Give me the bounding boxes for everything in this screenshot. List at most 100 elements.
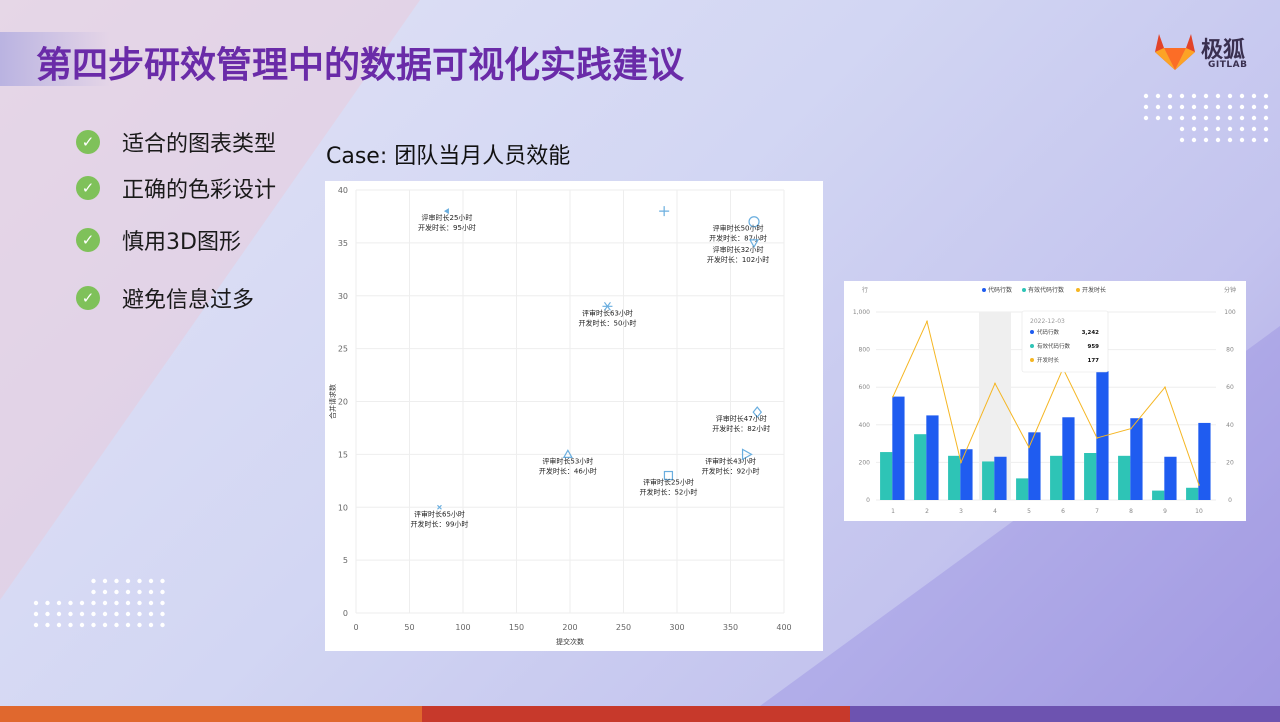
dot [1239,93,1245,99]
dot [1179,115,1185,121]
dot [114,611,119,617]
check-icon: ✓ [76,286,100,310]
tooltip-value: 959 [1088,344,1100,350]
checklist-label: 避免信息过多 [122,288,255,313]
bar-code-lines [926,415,939,500]
point-label-dev: 开发时长：99小时 [410,519,468,528]
dot [1239,115,1245,121]
left-tick-label: 1,000 [853,309,870,316]
dot [1203,104,1209,110]
tooltip-label: 有效代码行数 [1037,342,1071,350]
dot [79,622,85,628]
bottom-bar-purple [850,706,1280,722]
dot [1155,93,1161,99]
dev-time-point [1198,484,1200,486]
dot [68,611,73,617]
y-axis-label: 合并请求数 [328,384,337,419]
dot [1263,137,1269,143]
dot-pattern-bottom [33,578,165,628]
y-tick-label: 20 [338,398,348,407]
tooltip-value: 3,242 [1082,330,1100,336]
dot [1143,93,1149,99]
y-tick-label: 5 [343,556,348,565]
dot [33,611,39,617]
point-label-review: 评审时长53小时 [542,456,593,465]
dot [137,589,142,595]
right-tick-label: 80 [1226,347,1234,354]
tooltip: 2022-12-03 代码行数 3,242 有效代码行数 959 开发时长 177 [1021,310,1109,373]
bar-code-lines [1164,456,1177,500]
dot [160,589,165,595]
point-label-dev: 开发时长：52小时 [639,488,697,497]
dot [148,578,154,584]
x-tick-label: 400 [776,623,791,632]
dot [148,600,154,606]
checklist-label: 适合的图表类型 [122,132,277,157]
slide-title: 第四步研效管理中的数据可视化实践建议 [36,45,685,86]
x-tick-label: 350 [723,623,738,632]
dot [1227,115,1233,121]
dot [125,578,131,584]
dot [102,589,108,595]
dot [102,622,108,628]
scatter-point [659,206,670,217]
dot [1179,93,1185,99]
legend-marker [1022,288,1026,292]
bar-line-chart: 行 分钟 0 200 400 600 800 1,000 0 20 40 60 80 100 1 2 3 4 5 6 7… [853,286,1236,515]
bottom-bar-orange [0,706,422,722]
marker [659,206,670,217]
dot [1191,93,1197,99]
dot [79,611,85,617]
y-tick-label: 0 [343,609,348,618]
dot [1179,137,1185,143]
dot [1203,137,1209,143]
dot [1179,126,1185,132]
dot [1263,104,1269,110]
dot [160,611,165,617]
dot [1203,126,1209,132]
left-tick-label: 400 [859,422,871,429]
case-title: Case: 团队当月人员效能 [326,144,571,169]
point-label-review: 评审时长50小时 [713,224,764,233]
point-label-dev: 开发时长：50小时 [578,318,636,327]
x-tick-label: 100 [455,623,470,632]
dot [125,600,131,606]
point-label-review: 评审时长25小时 [643,478,694,487]
point-label-review: 评审时长63小时 [582,308,633,317]
y-tick-label: 30 [338,292,348,301]
dot [91,600,96,606]
bar-valid-lines [982,461,995,500]
check-icon: ✓ [76,130,100,154]
dot [1143,104,1149,110]
dot [114,589,119,595]
dot [1239,104,1245,110]
dev-time-point [1096,437,1098,439]
dot [1263,115,1269,121]
dot [137,611,142,617]
dot [91,589,96,595]
gitlab-logo: 极狐 GITLAB [1153,30,1253,74]
right-tick-label: 0 [1228,497,1232,504]
x-tick-label: 300 [669,623,684,632]
tooltip-label: 开发时长 [1037,356,1060,364]
dot [125,589,131,595]
dot [160,578,165,584]
dot [137,578,142,584]
y-tick-label: 35 [338,239,348,248]
point-label-review: 评审时长47小时 [716,414,767,423]
bar-valid-lines [1016,478,1029,500]
dot [45,600,50,606]
dev-time-point [926,320,928,323]
dot [56,600,62,606]
dot [1227,137,1233,143]
legend-label: 代码行数 [988,286,1012,294]
dot [33,622,39,628]
dot [1215,93,1221,99]
point-label-dev: 开发时长：46小时 [539,466,597,475]
bar-code-lines [1062,417,1075,500]
dot [1215,137,1221,143]
y-tick-label: 25 [338,345,348,354]
dot [148,622,154,628]
tooltip-marker [1030,358,1034,362]
fox-logo-icon [1155,34,1195,70]
